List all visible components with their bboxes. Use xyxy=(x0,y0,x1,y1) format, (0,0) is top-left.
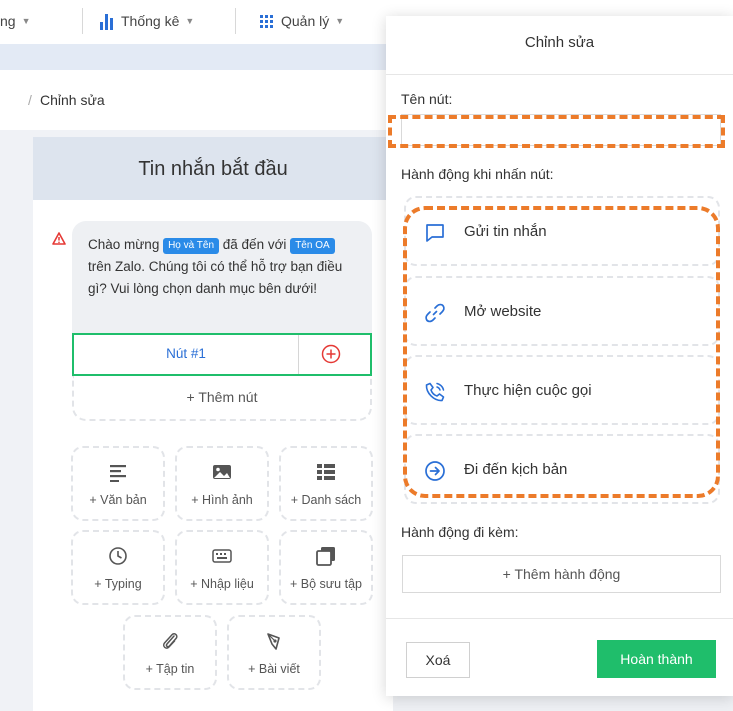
message-text: Chào mừng Họ và Tên đã đến với Tên OA tr… xyxy=(88,234,356,300)
button-name-label: Tên nút: xyxy=(401,91,453,107)
gallery-icon xyxy=(316,547,335,566)
add-action-label: + Thêm hành động xyxy=(502,566,621,582)
block-label: + Typing xyxy=(94,577,142,591)
block-gallery[interactable]: + Bộ sưu tập xyxy=(279,530,373,605)
bar-chart-icon xyxy=(100,12,113,30)
button-row-divider xyxy=(298,335,299,374)
image-icon xyxy=(213,465,231,479)
chevron-down-icon: ▼ xyxy=(21,16,31,26)
toolbar-divider xyxy=(82,8,83,34)
plus-circle-icon[interactable] xyxy=(321,344,341,364)
toolbar-item-stats[interactable]: Thống kê ▼ xyxy=(100,10,194,32)
block-file[interactable]: + Tập tin xyxy=(123,615,217,690)
breadcrumb: / Chỉnh sửa xyxy=(0,72,400,130)
chevron-down-icon: ▼ xyxy=(335,16,345,26)
chevron-down-icon: ▼ xyxy=(185,16,195,26)
modal-divider xyxy=(386,74,733,75)
block-label: + Văn bản xyxy=(89,493,147,507)
list-icon xyxy=(317,464,335,480)
canvas-title: Tin nhắn bắt đầu xyxy=(138,158,288,180)
toolbar-item-manage[interactable]: Quản lý ▼ xyxy=(260,10,344,32)
message-text-segment: Chào mừng xyxy=(88,237,164,252)
add-button[interactable]: + Thêm nút xyxy=(72,376,372,421)
block-label: + Bộ sưu tập xyxy=(290,577,362,591)
block-article[interactable]: + Bài viết xyxy=(227,615,321,690)
breadcrumb-separator: / xyxy=(28,92,32,108)
message-button-row[interactable]: Nút #1 xyxy=(72,333,372,376)
variable-tag-name[interactable]: Họ và Tên xyxy=(163,238,220,254)
modal-divider xyxy=(386,618,733,619)
message-text-segment: trên Zalo. Chúng tôi có thể hỗ trợ bạn đ… xyxy=(88,259,343,296)
warning-icon xyxy=(52,232,66,245)
delete-button[interactable]: Xoá xyxy=(406,642,470,678)
grid-icon xyxy=(260,14,273,28)
keyboard-icon xyxy=(212,549,232,563)
toolbar-divider xyxy=(235,8,236,34)
block-label: + Danh sách xyxy=(290,493,362,507)
message-text-segment: đã đến với xyxy=(219,237,291,252)
block-typing[interactable]: + Typing xyxy=(71,530,165,605)
block-image[interactable]: + Hình ảnh xyxy=(175,446,269,521)
text-lines-icon xyxy=(110,465,126,482)
done-button[interactable]: Hoàn thành xyxy=(597,640,716,678)
modal-title: Chỉnh sửa xyxy=(524,34,595,51)
highlight-box-name xyxy=(388,115,725,148)
edit-button-modal: Chỉnh sửa Tên nút: Hành động khi nhấn nú… xyxy=(386,16,733,696)
clock-icon xyxy=(109,547,127,565)
variable-tag-oa[interactable]: Tên OA xyxy=(290,238,335,254)
highlight-box-actions xyxy=(403,206,720,498)
block-label: + Nhập liệu xyxy=(190,577,254,591)
breadcrumb-label: Chỉnh sửa xyxy=(40,92,105,108)
toolbar-item-label: Thống kê xyxy=(121,13,180,29)
action-section-label: Hành động khi nhấn nút: xyxy=(401,166,554,182)
block-label: + Hình ảnh xyxy=(191,493,253,507)
canvas-header: Tin nhắn bắt đầu xyxy=(33,137,393,200)
extra-action-label: Hành động đi kèm: xyxy=(401,524,519,540)
toolbar-item-label: Quản lý xyxy=(281,13,330,29)
block-text[interactable]: + Văn bản xyxy=(71,446,165,521)
paperclip-icon xyxy=(162,633,178,649)
message-button-label[interactable]: Nút #1 xyxy=(74,346,298,361)
block-list[interactable]: + Danh sách xyxy=(279,446,373,521)
toolbar-item-truncated[interactable]: ng ▼ xyxy=(0,10,31,32)
block-label: + Bài viết xyxy=(248,662,300,676)
block-label: + Tập tin xyxy=(145,662,195,676)
add-action-button[interactable]: + Thêm hành động xyxy=(402,555,721,593)
message-bubble[interactable]: Chào mừng Họ và Tên đã đến với Tên OA tr… xyxy=(72,221,372,333)
pen-icon xyxy=(267,633,280,650)
toolbar-item-label: ng xyxy=(0,13,16,29)
add-button-label: + Thêm nút xyxy=(186,389,258,405)
block-input[interactable]: + Nhập liệu xyxy=(175,530,269,605)
